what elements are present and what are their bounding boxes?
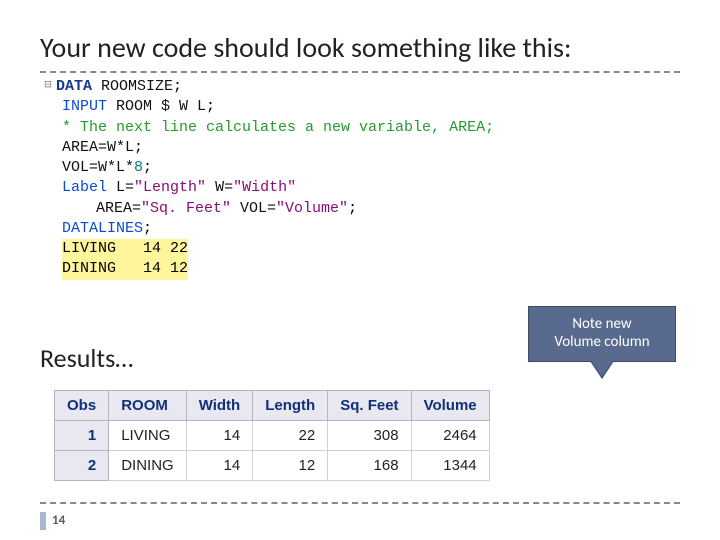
results-heading: Results… [40, 342, 133, 374]
kw-datalines: DATALINES [62, 220, 143, 237]
code-line-label1: Label L="Length" W="Width" [40, 178, 680, 198]
cell-room: LIVING [109, 421, 187, 451]
callout-note: Note new Volume column [528, 306, 676, 362]
callout-text-1: Note new [543, 315, 661, 333]
cell-sqfeet: 168 [328, 451, 411, 481]
title-underline [40, 71, 680, 73]
slide-title: Your new code should look something like… [0, 0, 720, 71]
semicolon: ; [206, 98, 215, 115]
semicolon: ; [348, 200, 357, 217]
col-length: Length [253, 391, 328, 421]
label-area: AREA= [96, 200, 141, 217]
results-table-wrap: Obs ROOM Width Length Sq. Feet Volume 1 … [54, 390, 490, 481]
col-volume: Volume [411, 391, 489, 421]
cell-length: 12 [253, 451, 328, 481]
cell-volume: 2464 [411, 421, 489, 451]
code-line-datalines: DATALINES; [40, 219, 680, 239]
col-room: ROOM [109, 391, 187, 421]
collapse-icon: ⊟ [40, 77, 56, 93]
col-obs: Obs [55, 391, 109, 421]
data-row-2: DINING 14 12 [40, 259, 680, 279]
col-width: Width [186, 391, 253, 421]
dataset-name: ROOMSIZE [101, 78, 173, 95]
code-line-label2: AREA="Sq. Feet" VOL="Volume"; [40, 199, 680, 219]
label-area-val: "Sq. Feet" [141, 200, 231, 217]
label-vol: VOL= [231, 200, 276, 217]
semicolon: ; [173, 78, 182, 95]
cell-obs: 1 [55, 421, 109, 451]
footer-accent [40, 512, 46, 530]
callout-text-2: Volume column [543, 333, 661, 351]
label-l-val: "Length" [134, 179, 206, 196]
semicolon: ; [143, 159, 152, 176]
footer-divider [40, 502, 680, 504]
semicolon: ; [134, 139, 143, 156]
code-line-data: ⊟DATA ROOMSIZE; [40, 77, 680, 97]
callout-tail [591, 361, 613, 377]
label-vol-val: "Volume" [276, 200, 348, 217]
data-row2-room: DINING [62, 259, 116, 279]
cell-width: 14 [186, 421, 253, 451]
code-line-input: INPUT ROOM $ W L; [40, 97, 680, 117]
col-sqfeet: Sq. Feet [328, 391, 411, 421]
cell-sqfeet: 308 [328, 421, 411, 451]
label-w-val: "Width" [233, 179, 296, 196]
results-table: Obs ROOM Width Length Sq. Feet Volume 1 … [54, 390, 490, 481]
slide: Your new code should look something like… [0, 0, 720, 540]
cell-obs: 2 [55, 451, 109, 481]
cell-length: 22 [253, 421, 328, 451]
kw-label: Label [62, 179, 107, 196]
cell-width: 14 [186, 451, 253, 481]
code-line-vol: VOL=W*L*8; [40, 158, 680, 178]
label-l: L= [116, 179, 134, 196]
cell-volume: 1344 [411, 451, 489, 481]
kw-data: DATA [56, 78, 92, 95]
table-row: 2 DINING 14 12 168 1344 [55, 451, 490, 481]
table-row: 1 LIVING 14 22 308 2464 [55, 421, 490, 451]
data-row2-vals: 14 12 [116, 259, 188, 279]
area-assign: AREA=W*L [62, 139, 134, 156]
data-row-1: LIVING 14 22 [40, 239, 680, 259]
table-header-row: Obs ROOM Width Length Sq. Feet Volume [55, 391, 490, 421]
data-row1-room: LIVING [62, 239, 116, 259]
input-spec: ROOM $ W L [116, 98, 206, 115]
vol-assign: VOL=W*L* [62, 159, 134, 176]
cell-room: DINING [109, 451, 187, 481]
page-number: 14 [52, 513, 65, 528]
kw-input: INPUT [62, 98, 107, 115]
literal-8: 8 [134, 159, 143, 176]
code-line-area: AREA=W*L; [40, 138, 680, 158]
semicolon: ; [143, 220, 152, 237]
code-comment: * The next line calculates a new variabl… [40, 118, 680, 138]
data-row1-vals: 14 22 [116, 239, 188, 259]
sas-code-block: ⊟DATA ROOMSIZE; INPUT ROOM $ W L; * The … [40, 77, 680, 280]
label-w: W= [206, 179, 233, 196]
